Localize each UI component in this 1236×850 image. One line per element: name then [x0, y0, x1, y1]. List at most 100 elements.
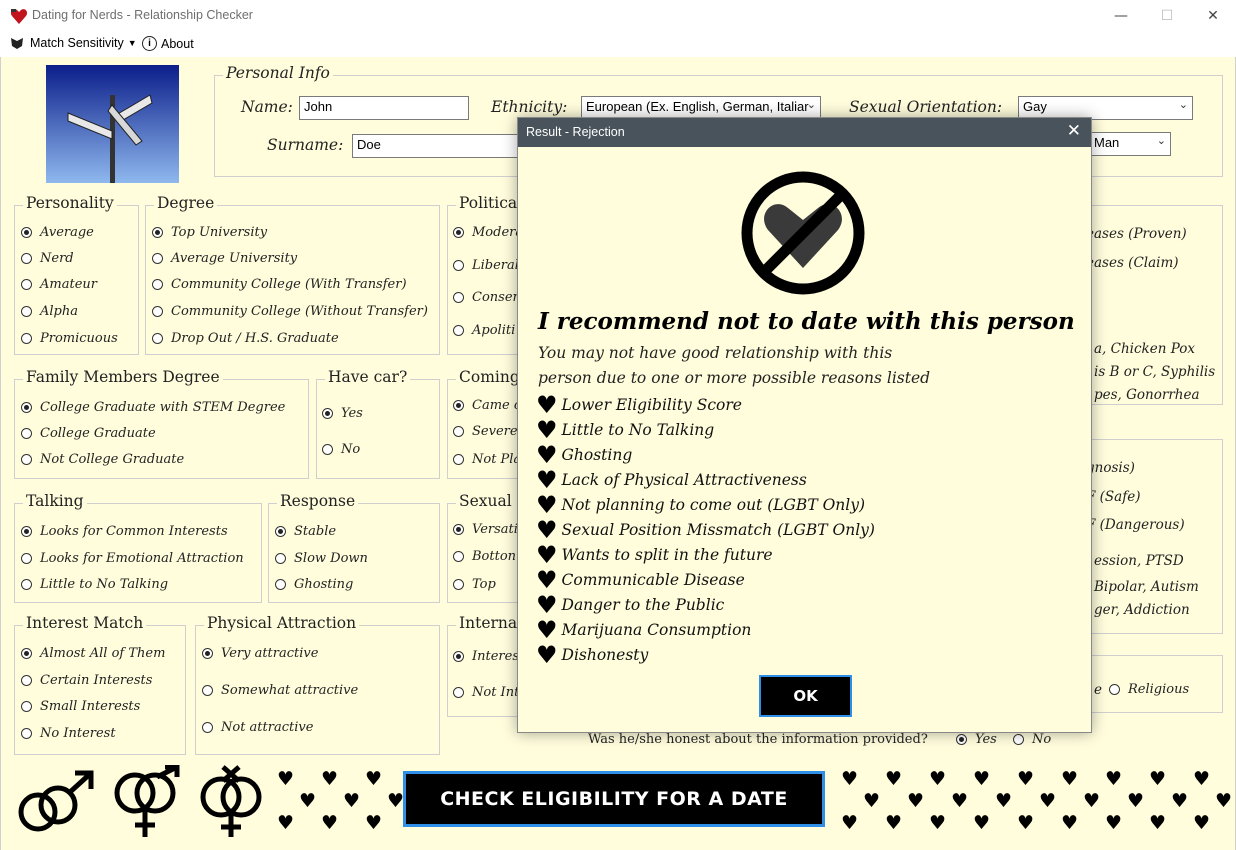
- heart-icon: ♥: [885, 768, 903, 790]
- reason-item: ♥ Little to No Talking: [536, 418, 714, 442]
- family-not-college[interactable]: Not College Graduate: [21, 452, 184, 467]
- maximize-button[interactable]: ☐: [1144, 0, 1190, 33]
- option-label: Certain Interests: [40, 673, 153, 688]
- internal-group: Interna: [447, 614, 527, 717]
- response-slow-down[interactable]: Slow Down: [275, 551, 368, 566]
- info-icon: i: [142, 36, 157, 51]
- heart-icon: ♥: [321, 768, 339, 790]
- surname-input[interactable]: Doe: [352, 134, 527, 158]
- about-menu[interactable]: i About: [142, 36, 194, 51]
- coming-out-title: Coming: [456, 368, 523, 386]
- female-female-symbol-icon: [114, 765, 180, 837]
- radio-icon: [1109, 684, 1120, 695]
- gender-select[interactable]: Man ⌄: [1089, 132, 1171, 156]
- personality-amateur[interactable]: Amateur: [21, 277, 97, 292]
- family-stem[interactable]: College Graduate with STEM Degree: [21, 400, 285, 415]
- option-label: Botton: [472, 549, 517, 564]
- family-college[interactable]: College Graduate: [21, 426, 156, 441]
- check-eligibility-button[interactable]: CHECK ELIGIBILITY FOR A DATE: [403, 771, 825, 827]
- response-stable[interactable]: Stable: [275, 524, 336, 539]
- political-liberal[interactable]: Liberal: [453, 258, 519, 273]
- window-title: Dating for Nerds - Relationship Checker: [32, 8, 253, 22]
- personal-info-title: Personal Info: [223, 64, 333, 82]
- talking-little[interactable]: Little to No Talking: [21, 577, 168, 592]
- position-bottom[interactable]: Botton: [453, 549, 516, 564]
- option-label: Slow Down: [294, 551, 368, 566]
- political-conservative[interactable]: Conser: [453, 290, 519, 305]
- name-input[interactable]: John: [299, 96, 469, 120]
- personality-promiscuous[interactable]: Promicuous: [21, 331, 118, 346]
- car-yes[interactable]: Yes: [322, 406, 363, 421]
- coming-severe[interactable]: Severe: [453, 424, 518, 439]
- position-top[interactable]: Top: [453, 577, 496, 592]
- interest-certain[interactable]: Certain Interests: [21, 673, 152, 688]
- degree-cc-transfer[interactable]: Community College (With Transfer): [152, 277, 407, 292]
- physical-not[interactable]: Not attractive: [202, 720, 313, 735]
- heart-icon: ♥: [951, 790, 969, 812]
- degree-cc-no-transfer[interactable]: Community College (Without Transfer): [152, 304, 428, 319]
- radio-icon: [453, 524, 464, 535]
- physical-somewhat[interactable]: Somewhat attractive: [202, 683, 358, 698]
- personality-nerd[interactable]: Nerd: [21, 251, 74, 266]
- internal-interested[interactable]: Interes: [453, 649, 519, 664]
- interest-small[interactable]: Small Interests: [21, 699, 140, 714]
- personality-alpha[interactable]: Alpha: [21, 304, 78, 319]
- reason-label: Ghosting: [561, 446, 633, 464]
- heart-icon: ♥: [536, 491, 558, 519]
- personality-average[interactable]: Average: [21, 225, 94, 240]
- heart-icon: ♥: [1105, 812, 1123, 834]
- heart-icon: ♥: [1193, 812, 1211, 834]
- mental-diagnosis[interactable]: gnosis): [1086, 460, 1135, 476]
- heart-icon: ♥: [1083, 790, 1101, 812]
- interest-match-title: Interest Match: [23, 614, 147, 632]
- dialog-close-button[interactable]: ✕: [1067, 121, 1081, 141]
- option-label: Amateur: [40, 277, 97, 292]
- match-sensitivity-menu[interactable]: Match Sensitivity ▼: [8, 36, 137, 50]
- mental-text-3: ger, Addiction: [1094, 602, 1190, 618]
- option-label: Stable: [294, 524, 337, 539]
- degree-dropout[interactable]: Drop Out / H.S. Graduate: [152, 331, 339, 346]
- reason-item: ♥ Communicable Disease: [536, 568, 745, 592]
- orientation-value: Gay: [1023, 99, 1047, 114]
- reason-label: Not planning to come out (LGBT Only): [561, 496, 866, 514]
- mental-text-1: ession, PTSD: [1094, 553, 1184, 569]
- mental-safe[interactable]: F (Safe): [1086, 489, 1140, 505]
- mental-dangerous[interactable]: F (Dangerous): [1086, 517, 1185, 533]
- heart-icon: ♥: [1105, 768, 1123, 790]
- car-no[interactable]: No: [322, 442, 360, 457]
- dialog-headline: I recommend not to date with this person: [538, 308, 1075, 335]
- reason-item: ♥ Not planning to come out (LGBT Only): [536, 491, 866, 519]
- religion-religious[interactable]: Religious: [1109, 682, 1189, 697]
- menu-bar: Match Sensitivity ▼ i About: [0, 33, 1236, 57]
- heart-icon: ♥: [321, 812, 339, 834]
- radio-icon: [1013, 734, 1024, 745]
- minimize-button[interactable]: —: [1098, 0, 1144, 33]
- coming-not-planning[interactable]: Not Pla: [453, 452, 521, 467]
- internal-not-interested[interactable]: Not Int: [453, 685, 519, 700]
- reason-label: Lack of Physical Attractiveness: [561, 471, 807, 489]
- option-label: Almost All of Them: [40, 646, 166, 661]
- degree-average-university[interactable]: Average University: [152, 251, 297, 266]
- political-moderate[interactable]: Modera: [453, 225, 523, 240]
- interest-almost-all[interactable]: Almost All of Them: [21, 646, 165, 661]
- response-ghosting[interactable]: Ghosting: [275, 577, 353, 592]
- heart-icon: ♥: [365, 768, 383, 790]
- interest-none[interactable]: No Interest: [21, 726, 116, 741]
- position-versatile[interactable]: Versati: [453, 522, 518, 537]
- disease-claim[interactable]: eases (Claim): [1086, 255, 1179, 271]
- political-apolitical[interactable]: Apoliti: [453, 323, 515, 338]
- close-button[interactable]: ✕: [1190, 0, 1236, 33]
- heart-icon: ♥: [536, 641, 558, 669]
- physical-very[interactable]: Very attractive: [202, 646, 318, 661]
- heart-icon: ♥: [1061, 812, 1079, 834]
- option-label: Yes: [975, 732, 997, 747]
- honest-yes[interactable]: Yes: [956, 732, 997, 747]
- ok-button[interactable]: OK: [759, 675, 852, 717]
- coming-came-out[interactable]: Came c: [453, 398, 521, 413]
- disease-proven[interactable]: eases (Proven): [1086, 226, 1187, 242]
- degree-top-university[interactable]: Top University: [152, 225, 267, 240]
- radio-icon: [453, 260, 464, 271]
- talking-emotional[interactable]: Looks for Emotional Attraction: [21, 551, 244, 566]
- talking-common-interests[interactable]: Looks for Common Interests: [21, 524, 228, 539]
- honest-no[interactable]: No: [1013, 732, 1051, 747]
